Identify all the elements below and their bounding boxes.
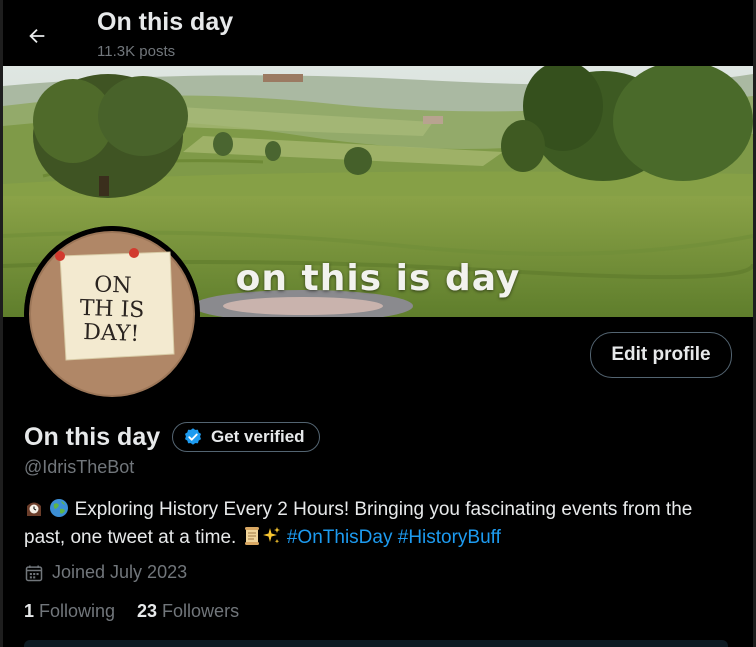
following-count: 1 xyxy=(24,601,35,621)
following-label: Following xyxy=(39,601,116,621)
hashtag-link[interactable]: #HistoryBuff xyxy=(398,527,501,548)
back-button[interactable] xyxy=(23,22,51,50)
calendar-icon xyxy=(24,563,44,583)
mantel-clock-emoji xyxy=(24,498,44,525)
followers-link[interactable]: 23 Followers xyxy=(137,601,239,622)
sparkles-emoji xyxy=(262,526,282,553)
user-handle: @IdrisTheBot xyxy=(24,457,135,477)
display-name: On this day xyxy=(24,423,161,451)
joined-date: Joined July 2023 xyxy=(24,562,187,583)
arrow-left-icon xyxy=(29,28,45,44)
followers-count: 23 xyxy=(137,601,158,621)
get-verified-label: Get verified xyxy=(211,427,305,446)
get-verified-button[interactable]: Get verified xyxy=(172,422,320,452)
following-link[interactable]: 1 Following xyxy=(24,601,115,622)
avatar-note-text: ON TH IS DAY! xyxy=(79,272,145,347)
hashtag-link[interactable]: #OnThisDay xyxy=(287,527,393,548)
followers-label: Followers xyxy=(162,601,240,621)
header-title: On this day xyxy=(97,8,234,36)
edit-profile-button[interactable]: Edit profile xyxy=(590,332,732,378)
next-section-edge xyxy=(24,640,728,647)
posts-count: 11.3K posts xyxy=(97,43,176,60)
verified-badge-icon xyxy=(183,427,203,447)
joined-label: Joined July 2023 xyxy=(52,562,188,582)
globe-emoji xyxy=(49,498,69,525)
profile-header: On this day 11.3K posts xyxy=(3,0,753,66)
bio: Exploring History Every 2 Hours! Bringin… xyxy=(24,497,724,553)
avatar[interactable]: ON TH IS DAY! xyxy=(24,226,200,402)
scroll-emoji xyxy=(242,526,262,553)
